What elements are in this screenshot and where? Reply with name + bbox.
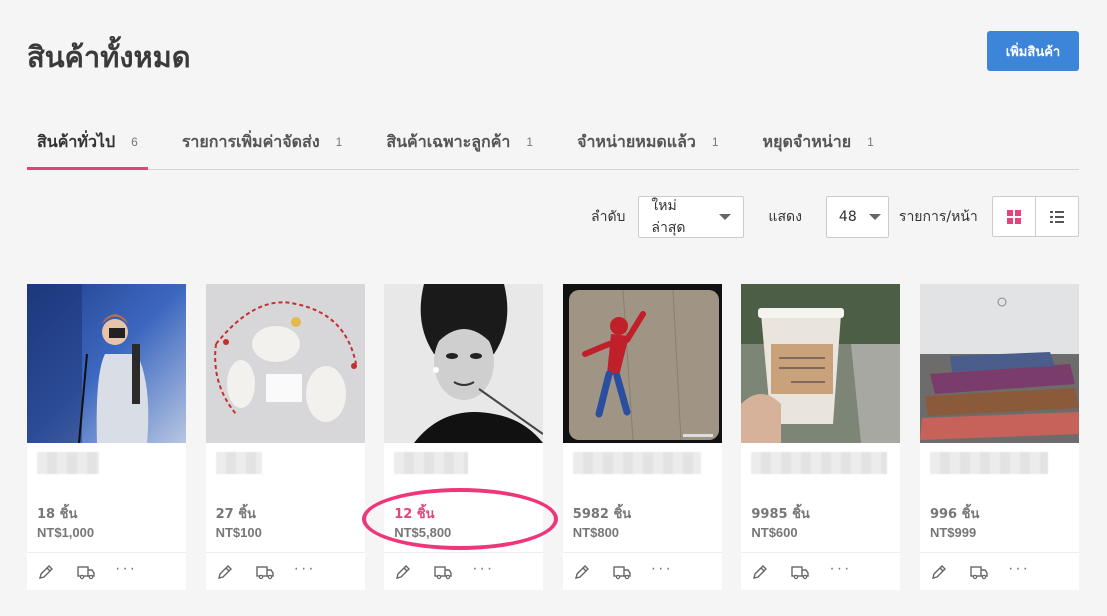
per-page-value: 48 (838, 209, 857, 225)
tab-count: 6 (131, 135, 138, 149)
product-price: NT$800 (572, 525, 620, 540)
product-card[interactable]: 5982 ชิ้น NT$800 ··· (562, 284, 722, 590)
tab-count: 1 (526, 135, 534, 149)
product-price: NT$600 (751, 525, 798, 540)
product-tabs: สินค้าทั่วไป 6 รายการเพิ่มค่าจัดส่ง 1 สิ… (27, 115, 1079, 170)
tab-customer-specific[interactable]: สินค้าเฉพาะลูกค้า 1 (376, 115, 543, 169)
tab-label: รายการเพิ่มค่าจัดส่ง (181, 131, 320, 151)
page-title: สินค้าทั้งหมด (27, 40, 191, 74)
tab-sold-out[interactable]: จำหน่ายหมดแล้ว 1 (567, 115, 728, 169)
more-icon[interactable]: ··· (829, 560, 849, 578)
product-name-blurred (394, 452, 469, 474)
chevron-down-icon (719, 214, 732, 220)
edit-icon[interactable] (216, 563, 234, 581)
product-quantity: 996 ชิ้น (929, 507, 980, 522)
tab-label: สินค้าทั่วไป (37, 131, 116, 151)
more-icon[interactable]: ··· (294, 560, 314, 578)
product-name-blurred (572, 452, 701, 474)
edit-icon[interactable] (751, 563, 769, 581)
tab-general[interactable]: สินค้าทั่วไป 6 (27, 115, 148, 170)
grid-view-button[interactable] (993, 197, 1035, 236)
tab-count: 1 (867, 135, 874, 149)
shipping-icon[interactable] (255, 563, 274, 581)
product-quantity: 18 ชิ้น (37, 507, 78, 522)
list-icon (1050, 210, 1064, 223)
product-price: NT$5,800 (394, 525, 452, 540)
tab-count: 1 (335, 135, 343, 149)
tab-label: หยุดจำหน่าย (762, 131, 852, 151)
product-card[interactable]: 9985 ชิ้น NT$600 ··· (741, 284, 901, 590)
sort-label: ลำดับ (591, 209, 626, 225)
more-icon[interactable]: ··· (472, 560, 492, 578)
product-quantity: 5982 ชิ้น (572, 507, 632, 522)
tab-label: จำหน่ายหมดแล้ว (577, 131, 696, 151)
product-card[interactable]: 996 ชิ้น NT$999 ··· (919, 284, 1079, 590)
tab-shipping-surcharge[interactable]: รายการเพิ่มค่าจัดส่ง 1 (172, 115, 353, 169)
edit-icon[interactable] (573, 563, 591, 581)
card-actions: ··· (741, 552, 901, 590)
product-image[interactable] (384, 284, 544, 443)
product-image[interactable] (27, 284, 186, 443)
product-name-blurred (751, 452, 888, 474)
product-price: NT$999 (929, 525, 977, 540)
product-quantity: 12 ชิ้น (394, 507, 435, 522)
more-icon[interactable]: ··· (115, 560, 135, 578)
shipping-icon[interactable] (77, 563, 95, 581)
tab-discontinued[interactable]: หยุดจำหน่าย 1 (753, 115, 884, 169)
shipping-icon[interactable] (791, 563, 810, 581)
product-image[interactable] (205, 284, 365, 443)
tab-count: 1 (711, 135, 719, 149)
product-card[interactable]: 27 ชิ้น NT$100 ··· (205, 284, 365, 590)
card-actions: ··· (562, 552, 722, 590)
edit-icon[interactable] (930, 563, 948, 581)
sort-select-value: ใหม่ล่าสุด (651, 198, 686, 236)
product-card[interactable]: 12 ชิ้น NT$5,800 ··· (384, 284, 544, 590)
product-name-blurred (929, 452, 1048, 474)
shipping-icon[interactable] (613, 563, 631, 581)
show-label: แสดง (768, 209, 802, 225)
card-actions: ··· (384, 552, 544, 590)
per-page-suffix: รายการ/หน้า (898, 209, 978, 225)
product-image[interactable] (919, 284, 1079, 443)
sort-select[interactable]: ใหม่ล่าสุด (638, 196, 745, 238)
shipping-icon[interactable] (434, 563, 452, 581)
product-grid: 18 ชิ้น NT$1,000 ··· 27 ชิ้น NT$100 ··· (27, 284, 1099, 590)
edit-icon[interactable] (394, 563, 412, 581)
edit-icon[interactable] (37, 563, 55, 581)
view-toggle (992, 196, 1079, 237)
product-name-blurred (37, 452, 99, 474)
add-product-button[interactable]: เพิ่มสินค้า (987, 31, 1079, 71)
per-page-select[interactable]: 48 (825, 196, 889, 238)
product-quantity: 27 ชิ้น (215, 507, 256, 522)
card-actions: ··· (205, 552, 365, 590)
product-name-blurred (215, 452, 262, 474)
product-card[interactable]: 18 ชิ้น NT$1,000 ··· (27, 284, 186, 590)
list-view-button[interactable] (1035, 197, 1078, 236)
chevron-down-icon (868, 214, 881, 220)
card-actions: ··· (919, 552, 1079, 590)
more-icon[interactable]: ··· (651, 560, 671, 578)
product-image[interactable] (562, 284, 722, 443)
sort-toolbar: ลำดับ ใหม่ล่าสุด แสดง 48 รายการ/หน้า (591, 196, 978, 238)
more-icon[interactable]: ··· (1008, 560, 1028, 578)
product-quantity: 9985 ชิ้น (751, 507, 810, 522)
card-actions: ··· (27, 552, 186, 590)
product-image[interactable] (741, 284, 901, 443)
tab-label: สินค้าเฉพาะลูกค้า (386, 131, 511, 151)
product-price: NT$100 (215, 525, 262, 540)
shipping-icon[interactable] (970, 563, 988, 581)
grid-icon (1007, 209, 1021, 224)
product-price: NT$1,000 (37, 525, 95, 540)
